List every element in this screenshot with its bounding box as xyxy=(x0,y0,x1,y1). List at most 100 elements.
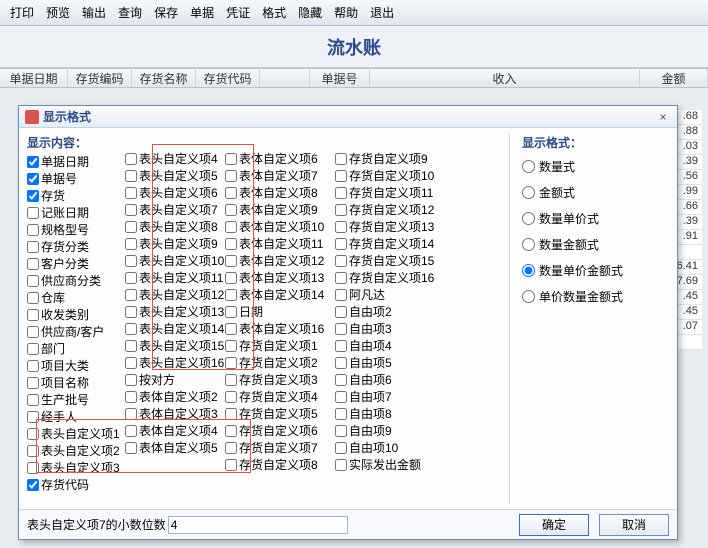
check-经手人[interactable]: 经手人 xyxy=(27,408,125,425)
check-表头自定义项15[interactable]: 表头自定义项15 xyxy=(125,337,225,354)
checkbox[interactable] xyxy=(335,187,347,199)
check-存货自定义项13[interactable]: 存货自定义项13 xyxy=(335,218,445,235)
check-表体自定义项13[interactable]: 表体自定义项13 xyxy=(225,269,335,286)
check-存货自定义项8[interactable]: 存货自定义项8 xyxy=(225,456,335,473)
checkbox[interactable] xyxy=(27,411,39,423)
checkbox[interactable] xyxy=(125,170,137,182)
radio[interactable] xyxy=(522,186,535,199)
check-存货自定义项3[interactable]: 存货自定义项3 xyxy=(225,371,335,388)
check-存货自定义项12[interactable]: 存货自定义项12 xyxy=(335,201,445,218)
checkbox[interactable] xyxy=(335,391,347,403)
checkbox[interactable] xyxy=(225,323,237,335)
check-自由项5[interactable]: 自由项5 xyxy=(335,354,445,371)
check-表头自定义项12[interactable]: 表头自定义项12 xyxy=(125,286,225,303)
check-单据号[interactable]: 单据号 xyxy=(27,170,125,187)
checkbox[interactable] xyxy=(27,156,39,168)
menu-单据[interactable]: 单据 xyxy=(184,0,220,25)
check-部门[interactable]: 部门 xyxy=(27,340,125,357)
check-单据日期[interactable]: 单据日期 xyxy=(27,153,125,170)
checkbox[interactable] xyxy=(125,272,137,284)
checkbox[interactable] xyxy=(27,173,39,185)
check-仓库[interactable]: 仓库 xyxy=(27,289,125,306)
checkbox[interactable] xyxy=(335,357,347,369)
checkbox[interactable] xyxy=(27,207,39,219)
check-存货分类[interactable]: 存货分类 xyxy=(27,238,125,255)
check-自由项2[interactable]: 自由项2 xyxy=(335,303,445,320)
checkbox[interactable] xyxy=(335,170,347,182)
menu-保存[interactable]: 保存 xyxy=(148,0,184,25)
checkbox[interactable] xyxy=(225,374,237,386)
checkbox[interactable] xyxy=(225,204,237,216)
checkbox[interactable] xyxy=(225,357,237,369)
check-自由项8[interactable]: 自由项8 xyxy=(335,405,445,422)
check-项目名称[interactable]: 项目名称 xyxy=(27,374,125,391)
check-表体自定义项5[interactable]: 表体自定义项5 xyxy=(125,439,225,456)
check-表体自定义项12[interactable]: 表体自定义项12 xyxy=(225,252,335,269)
checkbox[interactable] xyxy=(335,306,347,318)
radio-数量式[interactable]: 数量式 xyxy=(522,153,669,179)
check-供应商分类[interactable]: 供应商分类 xyxy=(27,272,125,289)
radio-数量单价式[interactable]: 数量单价式 xyxy=(522,205,669,231)
checkbox[interactable] xyxy=(335,374,347,386)
menu-输出[interactable]: 输出 xyxy=(76,0,112,25)
checkbox[interactable] xyxy=(225,391,237,403)
ok-button[interactable]: 确定 xyxy=(519,514,589,536)
check-表头自定义项8[interactable]: 表头自定义项8 xyxy=(125,218,225,235)
checkbox[interactable] xyxy=(27,326,39,338)
check-表体自定义项8[interactable]: 表体自定义项8 xyxy=(225,184,335,201)
decimal-input[interactable] xyxy=(168,516,348,534)
checkbox[interactable] xyxy=(125,306,137,318)
checkbox[interactable] xyxy=(225,442,237,454)
check-实际发出金额[interactable]: 实际发出金额 xyxy=(335,456,445,473)
check-存货自定义项5[interactable]: 存货自定义项5 xyxy=(225,405,335,422)
checkbox[interactable] xyxy=(225,255,237,267)
menu-帮助[interactable]: 帮助 xyxy=(328,0,364,25)
check-表体自定义项7[interactable]: 表体自定义项7 xyxy=(225,167,335,184)
check-表体自定义项14[interactable]: 表体自定义项14 xyxy=(225,286,335,303)
checkbox[interactable] xyxy=(335,425,347,437)
cancel-button[interactable]: 取消 xyxy=(599,514,669,536)
radio[interactable] xyxy=(522,160,535,173)
checkbox[interactable] xyxy=(225,425,237,437)
check-表头自定义项6[interactable]: 表头自定义项6 xyxy=(125,184,225,201)
check-表头自定义项2[interactable]: 表头自定义项2 xyxy=(27,442,125,459)
checkbox[interactable] xyxy=(125,340,137,352)
checkbox[interactable] xyxy=(335,255,347,267)
checkbox[interactable] xyxy=(225,459,237,471)
checkbox[interactable] xyxy=(225,187,237,199)
checkbox[interactable] xyxy=(125,425,137,437)
checkbox[interactable] xyxy=(27,377,39,389)
checkbox[interactable] xyxy=(125,323,137,335)
checkbox[interactable] xyxy=(27,258,39,270)
radio[interactable] xyxy=(522,264,535,277)
check-表头自定义项7[interactable]: 表头自定义项7 xyxy=(125,201,225,218)
check-表头自定义项13[interactable]: 表头自定义项13 xyxy=(125,303,225,320)
check-存货自定义项2[interactable]: 存货自定义项2 xyxy=(225,354,335,371)
check-表体自定义项6[interactable]: 表体自定义项6 xyxy=(225,150,335,167)
check-日期[interactable]: 日期 xyxy=(225,303,335,320)
menu-打印[interactable]: 打印 xyxy=(4,0,40,25)
check-表体自定义项16[interactable]: 表体自定义项16 xyxy=(225,320,335,337)
check-表头自定义项1[interactable]: 表头自定义项1 xyxy=(27,425,125,442)
checkbox[interactable] xyxy=(225,289,237,301)
check-表头自定义项16[interactable]: 表头自定义项16 xyxy=(125,354,225,371)
check-存货自定义项14[interactable]: 存货自定义项14 xyxy=(335,235,445,252)
menu-退出[interactable]: 退出 xyxy=(364,0,400,25)
checkbox[interactable] xyxy=(27,479,39,491)
check-存货自定义项1[interactable]: 存货自定义项1 xyxy=(225,337,335,354)
radio-数量金额式[interactable]: 数量金额式 xyxy=(522,231,669,257)
menu-凭证[interactable]: 凭证 xyxy=(220,0,256,25)
checkbox[interactable] xyxy=(225,408,237,420)
checkbox[interactable] xyxy=(27,343,39,355)
checkbox[interactable] xyxy=(225,221,237,233)
check-收发类别[interactable]: 收发类别 xyxy=(27,306,125,323)
checkbox[interactable] xyxy=(335,289,347,301)
checkbox[interactable] xyxy=(27,292,39,304)
checkbox[interactable] xyxy=(125,153,137,165)
check-表体自定义项3[interactable]: 表体自定义项3 xyxy=(125,405,225,422)
checkbox[interactable] xyxy=(335,238,347,250)
checkbox[interactable] xyxy=(125,391,137,403)
checkbox[interactable] xyxy=(125,408,137,420)
check-生产批号[interactable]: 生产批号 xyxy=(27,391,125,408)
check-自由项10[interactable]: 自由项10 xyxy=(335,439,445,456)
